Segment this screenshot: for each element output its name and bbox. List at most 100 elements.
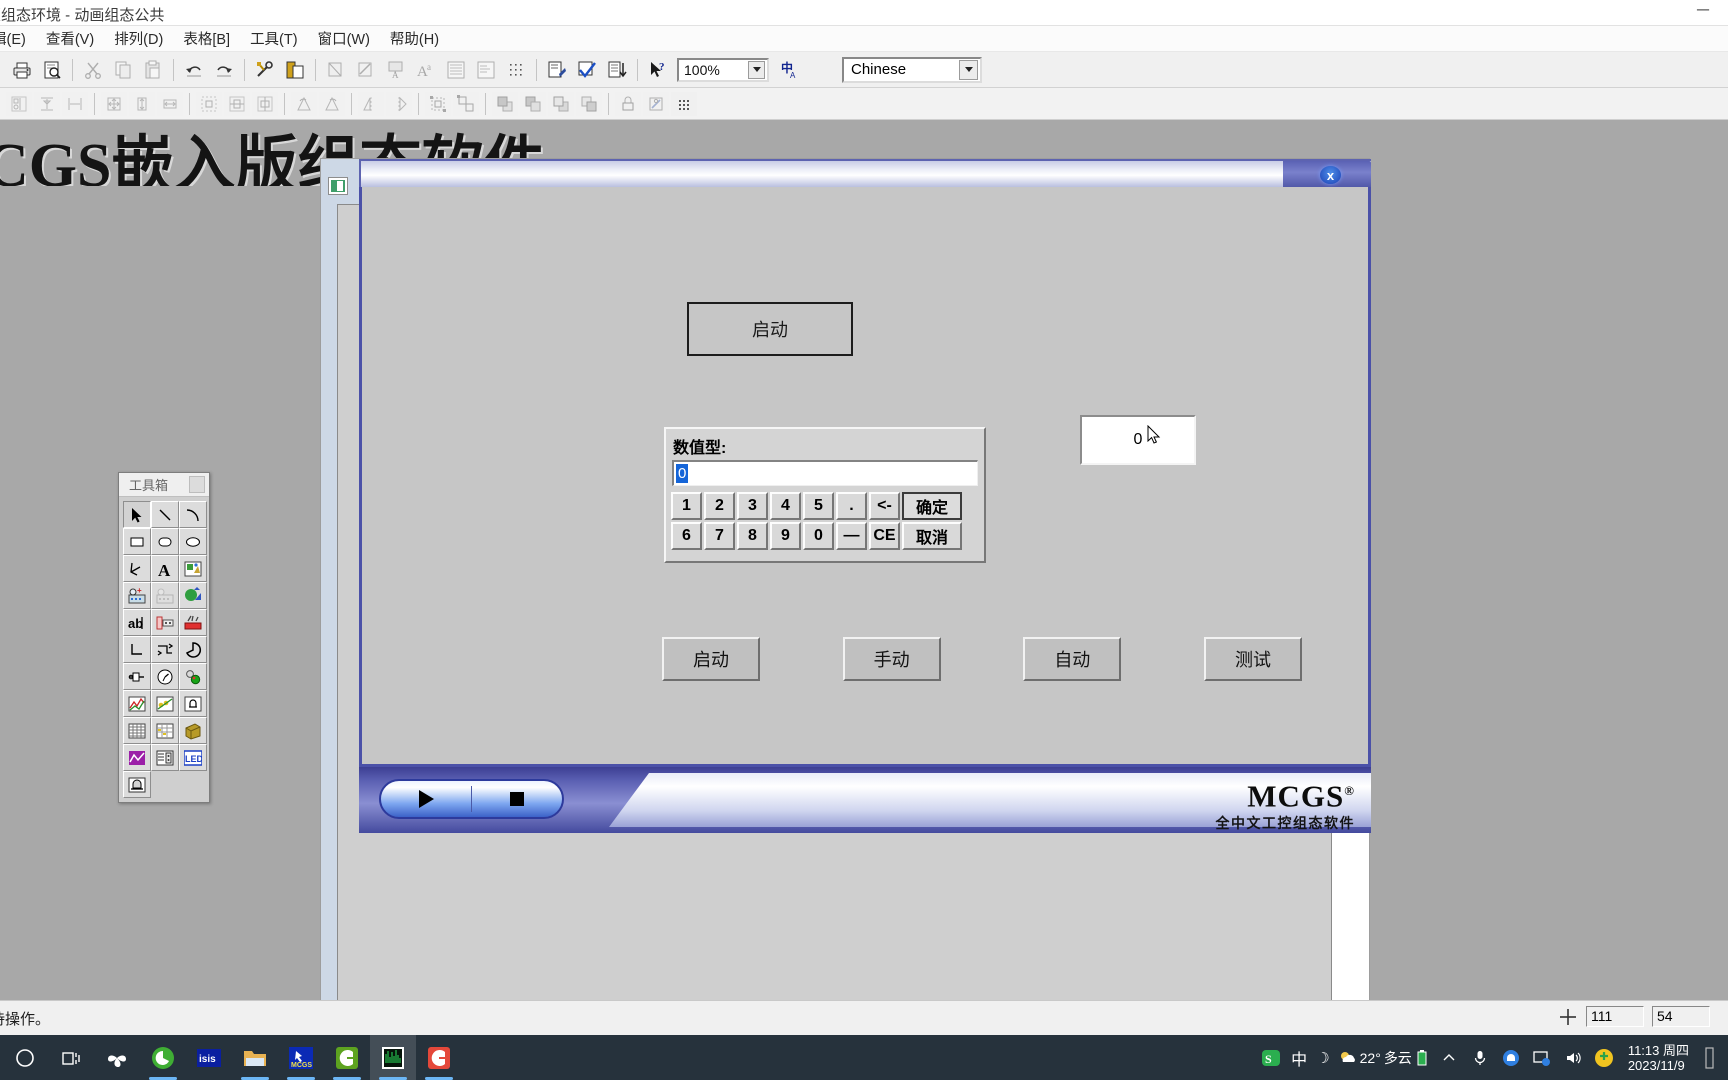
ime-mode-label[interactable]: 中	[1291, 1046, 1307, 1070]
text-color-icon[interactable]: A	[382, 55, 410, 84]
taskbar-browser-360[interactable]	[140, 1035, 186, 1080]
chevron-down-icon[interactable]	[959, 59, 978, 80]
paragraph-icon[interactable]	[472, 55, 500, 84]
print-icon[interactable]	[8, 55, 36, 84]
tool-insert-element[interactable]: +	[123, 582, 151, 609]
hmi-value-display[interactable]: 0	[1080, 415, 1196, 465]
tool-line[interactable]	[151, 501, 179, 528]
script-icon[interactable]	[543, 55, 571, 84]
taskbar-app-green-c[interactable]	[324, 1035, 370, 1080]
align-bottom-icon[interactable]	[6, 91, 32, 116]
close-icon[interactable]: x	[1320, 166, 1341, 184]
keypad-confirm-button[interactable]: 确定	[902, 492, 962, 520]
keypad-key-1[interactable]: 1	[671, 492, 702, 520]
tool-recipe[interactable]	[151, 744, 179, 771]
tool-angle-line[interactable]	[123, 636, 151, 663]
unlock-icon[interactable]	[643, 91, 669, 116]
redo-icon[interactable]	[210, 55, 238, 84]
keypad-cancel-button[interactable]: 取消	[902, 522, 962, 550]
chevron-down-icon[interactable]	[748, 60, 765, 79]
space-vert-icon[interactable]	[224, 91, 250, 116]
coord-y-field[interactable]: 54	[1652, 1006, 1710, 1027]
size-height-icon[interactable]	[129, 91, 155, 116]
keypad-key-6[interactable]: 6	[671, 522, 702, 550]
network-icon[interactable]	[1531, 1047, 1553, 1069]
menu-help[interactable]: 帮助(H)	[380, 25, 449, 52]
toolbox-grip-icon[interactable]	[189, 476, 205, 493]
center-page-icon[interactable]	[196, 91, 222, 116]
ime-moon-icon[interactable]: ☽	[1316, 1049, 1329, 1067]
simulator-document-icon[interactable]	[328, 177, 348, 195]
align-text-icon[interactable]	[442, 55, 470, 84]
taskbar-simulator[interactable]	[370, 1035, 416, 1080]
rotate-left-icon[interactable]	[291, 91, 317, 116]
language-combo[interactable]: Chinese	[842, 56, 982, 83]
help-pointer-icon[interactable]: ?	[644, 55, 672, 84]
grid-icon[interactable]	[502, 55, 530, 84]
window-minimize-button[interactable]: ─	[1692, 1, 1714, 20]
check-icon[interactable]	[573, 55, 601, 84]
tool-switch[interactable]	[123, 663, 151, 690]
sort-icon[interactable]	[603, 55, 631, 84]
tool-history-chart[interactable]	[151, 690, 179, 717]
weather-widget[interactable]: 22° 多云	[1339, 1048, 1429, 1068]
backward-one-icon[interactable]	[576, 91, 602, 116]
tool-polygon[interactable]	[123, 555, 151, 582]
keypad-key-2[interactable]: 2	[704, 492, 735, 520]
tool-curve[interactable]	[123, 744, 151, 771]
menu-table[interactable]: 表格[B]	[173, 25, 240, 52]
tool-graphic-lib[interactable]	[179, 582, 207, 609]
keypad-key-7[interactable]: 7	[704, 522, 735, 550]
rotate-right-icon[interactable]	[319, 91, 345, 116]
coord-x-field[interactable]: 111	[1586, 1006, 1644, 1027]
onedrive-sync-icon[interactable]	[1500, 1047, 1522, 1069]
notification-center-icon[interactable]	[1593, 1047, 1615, 1069]
toolbox-titlebar[interactable]: 工具箱	[119, 473, 209, 497]
chevron-up-icon[interactable]	[1438, 1047, 1460, 1069]
tool-alarm-bell[interactable]	[179, 690, 207, 717]
microphone-icon[interactable]	[1469, 1047, 1491, 1069]
taskbar-app-pinwheel[interactable]	[94, 1035, 140, 1080]
fill-icon[interactable]	[322, 55, 350, 84]
align-center-horiz-icon[interactable]	[62, 91, 88, 116]
tool-ellipse[interactable]	[179, 528, 207, 555]
taskbar-file-explorer[interactable]	[232, 1035, 278, 1080]
send-back-icon[interactable]	[520, 91, 546, 116]
tool-realtime-chart[interactable]	[123, 690, 151, 717]
keypad-key-backspace[interactable]: <-	[869, 492, 900, 520]
line-style-icon[interactable]	[352, 55, 380, 84]
tool-element-lib[interactable]	[151, 582, 179, 609]
tool-arc[interactable]	[179, 501, 207, 528]
tool-select-arrow[interactable]	[123, 501, 151, 528]
menu-arrange[interactable]: 排列(D)	[104, 25, 173, 52]
flip-vertical-icon[interactable]	[358, 91, 384, 116]
copy-icon[interactable]	[109, 55, 137, 84]
menu-view[interactable]: 查看(V)	[36, 25, 104, 52]
simulator-stop-button[interactable]	[472, 781, 562, 817]
space-horiz-icon[interactable]	[252, 91, 278, 116]
flip-horizontal-icon[interactable]	[386, 91, 412, 116]
keypad-key-ce[interactable]: CE	[869, 522, 900, 550]
align-middle-vert-icon[interactable]	[34, 91, 60, 116]
keypad-key-9[interactable]: 9	[770, 522, 801, 550]
tool-rounded-rect[interactable]	[151, 528, 179, 555]
volume-icon[interactable]	[1562, 1047, 1584, 1069]
lock-icon[interactable]	[615, 91, 641, 116]
tool-step-line[interactable]	[151, 636, 179, 663]
size-width-icon[interactable]	[157, 91, 183, 116]
keypad-key-0[interactable]: 0	[803, 522, 834, 550]
tool-label[interactable]: ab	[123, 609, 151, 636]
tool-device-box[interactable]	[179, 717, 207, 744]
ungroup-icon[interactable]	[453, 91, 479, 116]
keypad-key-decimal[interactable]: .	[836, 492, 867, 520]
cut-icon[interactable]	[79, 55, 107, 84]
hmi-button-manual[interactable]: 手动	[842, 637, 941, 681]
tool-bell-box[interactable]	[123, 771, 151, 798]
tools-icon[interactable]	[251, 55, 279, 84]
bring-front-icon[interactable]	[492, 91, 518, 116]
keypad-input[interactable]: 0	[672, 460, 978, 486]
ime-toggle-icon[interactable]: 中A	[775, 55, 803, 84]
zoom-combo[interactable]: 100%	[677, 57, 769, 82]
keypad-key-3[interactable]: 3	[737, 492, 768, 520]
sogou-ime-icon[interactable]: S	[1260, 1047, 1282, 1069]
